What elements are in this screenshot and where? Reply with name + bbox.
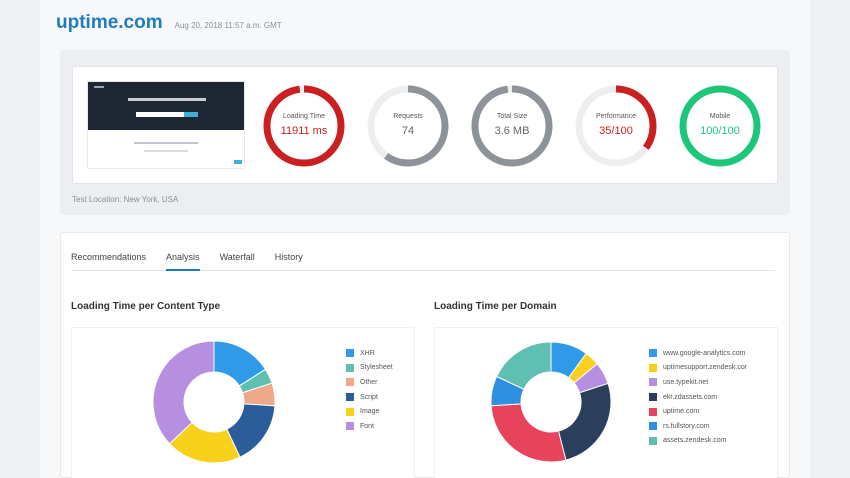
gauge-requests: Requests 74 [365,83,451,169]
gauge-value: 11911 ms [280,125,328,137]
legend-item[interactable]: uptime.com [649,404,747,419]
legend-swatch [346,349,354,358]
legend-swatch [649,349,657,358]
legend-swatch [346,363,354,372]
legend-item[interactable]: Stylesheet [346,361,393,376]
legend-swatch [346,422,354,431]
gauge-label: Mobile [709,113,731,120]
legend-label: use.typekit.net [663,378,709,386]
tab-analysis[interactable]: Analysis [166,247,200,271]
gauge-value: 35/100 [599,125,633,137]
domain-chart-title: Loading Time per Domain [434,301,557,312]
summary-card: Loading Time 11911 ms Requests 74 Total Size… [72,66,778,184]
gauge-loading-time: Loading Time 11911 ms [261,83,347,169]
report-page: uptime.com Aug 20, 2018 11:57 a.m. GMT L… [40,0,810,478]
content-type-chart: XHR Stylesheet Other Script Image Font [71,327,415,478]
tab-recommendations[interactable]: Recommendations [71,247,146,271]
legend-item[interactable]: ekr.zdassets.com [649,390,747,405]
thumbnail-button [184,112,198,117]
gauge-performance: Performance 35/100 [573,83,659,169]
donut-slice-font[interactable] [152,340,215,445]
legend-item[interactable]: Image [346,404,393,419]
page-screenshot-thumbnail[interactable] [87,81,245,169]
summary-section: Loading Time 11911 ms Requests 74 Total Size… [60,50,790,215]
report-date: Aug 20, 2018 11:57 a.m. GMT [174,21,282,30]
legend-swatch [649,363,657,372]
legend-label: Font [360,422,375,430]
tab-history[interactable]: History [275,247,303,271]
legend-label: www.google-analytics.com [663,349,746,357]
test-location: Test Location: New York, USA [72,195,179,204]
legend-swatch [649,393,657,402]
legend-item[interactable]: assets.zendesk.com [649,434,747,449]
thumbnail-input [136,112,184,117]
thumbnail-logo [94,86,104,88]
gauge-mobile: Mobile 100/100 [677,83,763,169]
domain-legend: www.google-analytics.com uptimesupport.ze… [649,346,747,448]
legend-label: uptime.com [663,408,700,416]
gauge-value: 100/100 [700,125,740,137]
legend-label: uptimesupport.zendesk.cor [663,364,748,372]
content-type-legend: XHR Stylesheet Other Script Image Font [346,346,393,434]
analysis-card: Recommendations Analysis Waterfall Histo… [60,232,790,478]
domain-chart: www.google-analytics.com uptimesupport.ze… [434,327,778,478]
legend-item[interactable]: use.typekit.net [649,375,747,390]
legend-item[interactable]: uptimesupport.zendesk.cor [649,361,747,376]
legend-label: assets.zendesk.com [663,437,727,445]
thumbnail-chat-tag [234,160,242,164]
content-type-chart-title: Loading Time per Content Type [71,301,221,312]
legend-item[interactable]: rs.fullstory.com [649,419,747,434]
legend-swatch [346,407,354,416]
legend-item[interactable]: Script [346,390,393,405]
brand-logo-text[interactable]: uptime.com [56,12,163,34]
thumbnail-text-line [134,142,198,144]
gauge-total-size: Total Size 3.6 MB [469,83,555,169]
legend-item[interactable]: XHR [346,346,393,361]
legend-label: Stylesheet [360,364,393,372]
tab-waterfall[interactable]: Waterfall [220,247,255,271]
legend-swatch [649,422,657,431]
legend-label: Image [360,408,380,416]
legend-swatch [649,407,657,416]
legend-item[interactable]: Font [346,419,393,434]
legend-item[interactable]: www.google-analytics.com [649,346,747,361]
gauge-value: 74 [401,125,415,137]
legend-label: ekr.zdassets.com [663,393,718,401]
gauge-label: Total Size [496,113,528,120]
legend-item[interactable]: Other [346,375,393,390]
legend-swatch [649,378,657,387]
legend-swatch [649,436,657,445]
donut-slice-ekr-zdassets-com[interactable] [557,382,612,461]
gauge-label: Performance [595,113,637,120]
gauge-label: Loading Time [282,113,326,120]
thumbnail-text-line [144,150,188,152]
legend-swatch [346,378,354,387]
report-header: uptime.com Aug 20, 2018 11:57 a.m. GMT [56,12,282,34]
thumbnail-headline [128,98,206,101]
gauge-label: Requests [393,113,423,120]
legend-label: Other [360,378,378,386]
report-tabs: Recommendations Analysis Waterfall Histo… [71,247,775,271]
thumbnail-hero [88,82,244,130]
legend-label: Script [360,393,378,401]
gauge-value: 3.6 MB [494,125,530,137]
legend-label: rs.fullstory.com [663,422,710,430]
legend-label: XHR [360,349,375,357]
legend-swatch [346,393,354,402]
donut-slice-uptime-com[interactable] [490,403,567,463]
